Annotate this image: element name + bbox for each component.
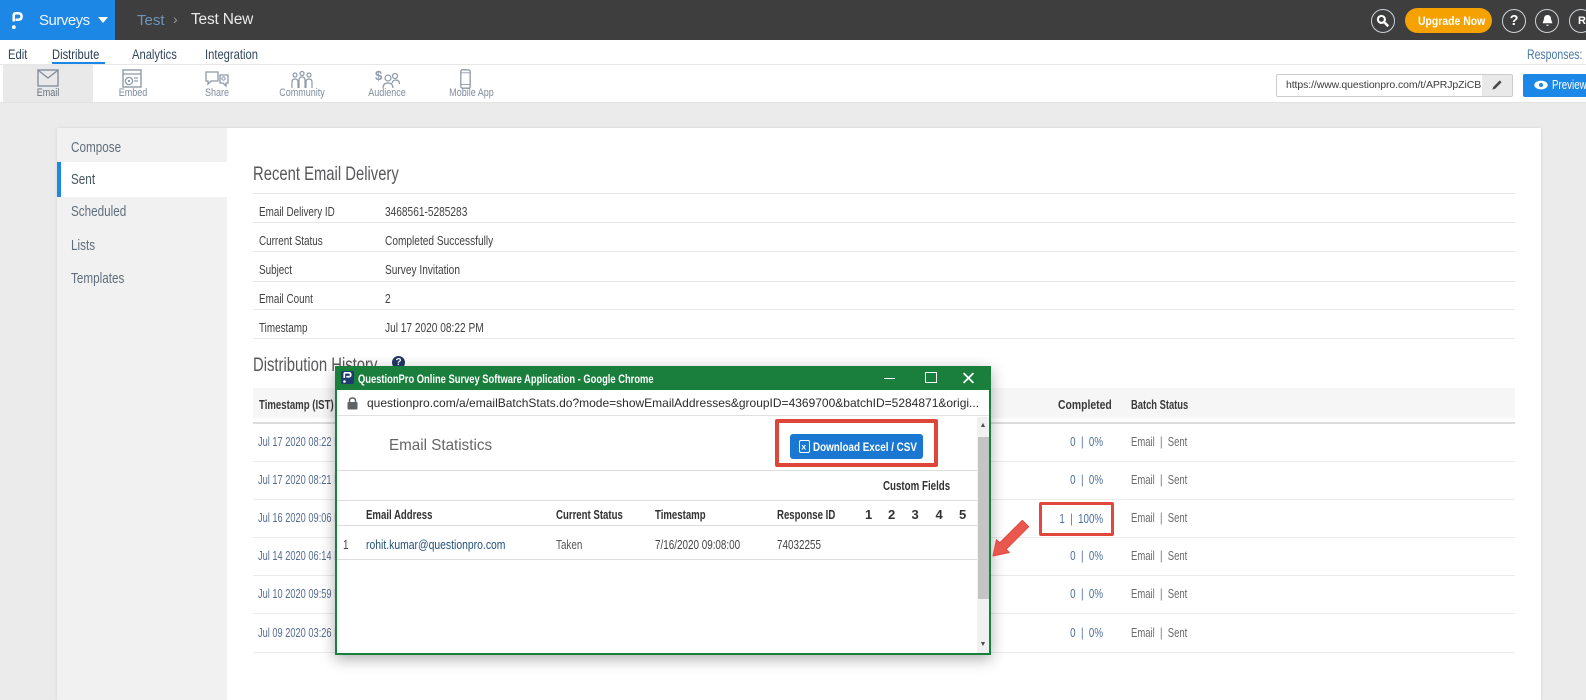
svg-text:$: $ — [375, 69, 383, 83]
